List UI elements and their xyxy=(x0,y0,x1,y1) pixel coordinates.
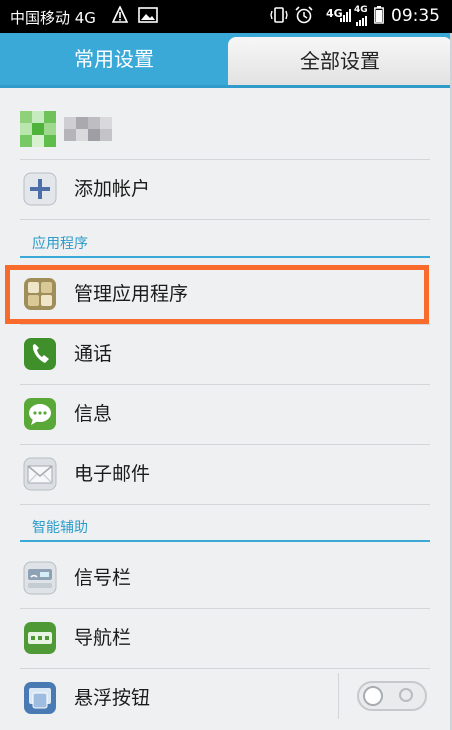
account-row[interactable] xyxy=(20,97,430,160)
warning-icon xyxy=(112,6,128,23)
section-apps-divider xyxy=(20,256,430,258)
email-row[interactable]: 电子邮件 xyxy=(20,444,430,505)
pixelated-account-avatar xyxy=(20,111,112,147)
section-assist-divider xyxy=(20,540,430,542)
toggle-knob xyxy=(363,686,383,706)
messages-row[interactable]: 信息 xyxy=(20,384,430,445)
tab-underline xyxy=(0,85,452,88)
vibrate-icon xyxy=(270,7,288,23)
navigation-bar-row[interactable]: 导航栏 xyxy=(20,608,430,669)
battery-icon xyxy=(374,6,384,24)
floating-button-icon xyxy=(24,682,56,714)
navigation-bar-label: 导航栏 xyxy=(74,627,132,649)
settings-tabs: 常用设置 全部设置 xyxy=(0,33,452,85)
signal-bar-row[interactable]: 信号栏 xyxy=(20,548,430,609)
messages-label: 信息 xyxy=(74,403,113,425)
section-assist-header: 智能辅助 xyxy=(32,520,88,536)
tab-all-settings[interactable]: 全部设置 xyxy=(228,37,452,85)
signal-2-icon xyxy=(356,16,367,26)
signal-bar-label: 信号栏 xyxy=(74,567,132,589)
phone-screen: 中国移动 4G 4G 4G 09:35 常用设置 全部设置 添加帐户 应用程序 xyxy=(0,0,452,730)
clock: 09:35 xyxy=(391,6,440,26)
email-label: 电子邮件 xyxy=(74,463,151,485)
image-icon xyxy=(138,7,158,23)
signal-1-icon xyxy=(340,9,351,22)
calls-row[interactable]: 通话 xyxy=(20,324,430,385)
message-icon xyxy=(24,398,56,430)
add-account-label: 添加帐户 xyxy=(74,178,151,200)
navigation-bar-icon xyxy=(24,622,56,654)
email-icon xyxy=(23,457,57,491)
floating-button-toggle[interactable] xyxy=(357,681,427,711)
floating-button-label: 悬浮按钮 xyxy=(74,687,151,709)
tab-common-settings[interactable]: 常用设置 xyxy=(0,33,228,85)
phone-icon xyxy=(24,338,56,370)
section-apps-header: 应用程序 xyxy=(32,236,88,252)
status-bar: 中国移动 4G 4G 4G 09:35 xyxy=(0,0,452,33)
carrier-label: 中国移动 4G xyxy=(10,9,96,27)
alarm-icon xyxy=(295,6,313,24)
toggle-separator xyxy=(338,673,339,719)
add-icon xyxy=(23,172,57,206)
signal-bar-icon xyxy=(23,561,57,595)
toggle-off-indicator xyxy=(399,688,413,702)
highlight-box xyxy=(5,265,429,324)
add-account-row[interactable]: 添加帐户 xyxy=(20,159,430,220)
calls-label: 通话 xyxy=(74,343,113,365)
